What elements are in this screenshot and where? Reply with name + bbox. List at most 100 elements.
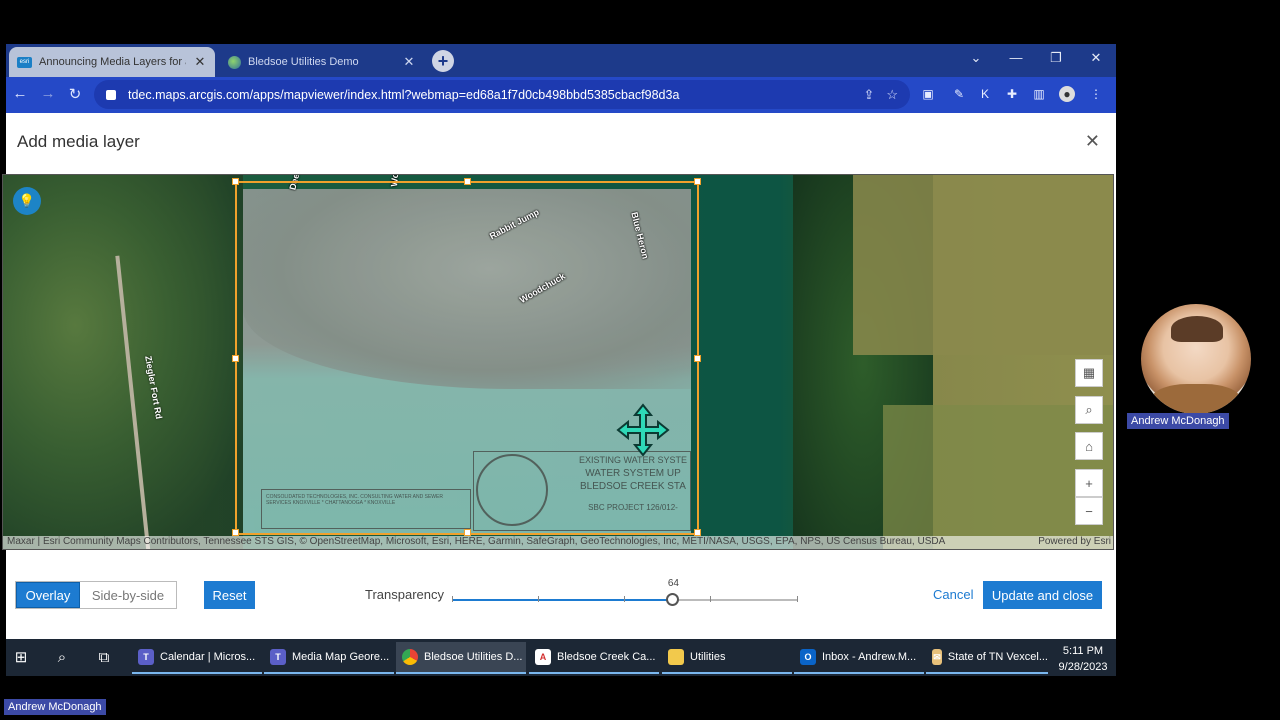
outlook-icon: O	[800, 649, 816, 665]
resize-handle[interactable]	[232, 529, 239, 536]
map-viewer-page: Add media layer ✕ Ziegler Fort Rd CONSOL…	[2, 113, 1116, 639]
mail-icon: ✉	[932, 649, 942, 665]
slider-tick	[710, 596, 711, 602]
resize-handle[interactable]	[694, 355, 701, 362]
taskbar-app-outlook[interactable]: O Inbox - Andrew.M...	[794, 642, 924, 674]
clock-time: 5:11 PM	[1062, 645, 1104, 657]
overlay-mode-button[interactable]: Overlay	[16, 582, 80, 608]
new-tab-button[interactable]: +	[432, 50, 454, 72]
move-icon[interactable]	[616, 403, 670, 457]
webcam-name-label: Andrew McDonagh	[1127, 413, 1229, 429]
powered-by-esri[interactable]: Powered by Esri	[1038, 536, 1111, 549]
reload-icon[interactable]: ↻	[65, 85, 85, 103]
qr-code-icon[interactable]: ▦	[1075, 359, 1103, 387]
map-terrain	[853, 175, 1113, 355]
close-icon[interactable]: ✕	[193, 54, 207, 70]
close-icon[interactable]: ✕	[1085, 131, 1100, 152]
back-arrow-icon[interactable]: ←	[10, 85, 30, 102]
map-attribution: Maxar | Esri Community Maps Contributors…	[3, 536, 1113, 549]
taskbar-app-label: Bledsoe Creek Ca...	[557, 651, 656, 663]
tab-announcing-media-layers[interactable]: esri Announcing Media Layers for ar ✕	[9, 47, 215, 77]
teams-icon: T	[138, 649, 154, 665]
url-text[interactable]: tdec.maps.arcgis.com/apps/mapviewer/inde…	[128, 88, 851, 102]
more-menu-icon[interactable]: ⋮	[1088, 86, 1104, 102]
transparency-value: 64	[667, 578, 679, 589]
taskbar-app-calendar[interactable]: T Calendar | Micros...	[132, 642, 262, 674]
address-bar[interactable]: tdec.maps.arcgis.com/apps/mapviewer/inde…	[94, 80, 910, 109]
taskbar-app-label: Utilities	[690, 651, 726, 663]
slider-tick	[624, 596, 625, 602]
browser-toolbar: ← → ↻ tdec.maps.arcgis.com/apps/mapviewe…	[6, 77, 1116, 113]
star-icon[interactable]: ☆	[886, 87, 898, 103]
resize-handle[interactable]	[694, 178, 701, 185]
dialog-title: Add media layer	[17, 132, 140, 151]
minimize-button[interactable]: —	[1006, 50, 1026, 65]
restore-button[interactable]: ❐	[1046, 50, 1066, 66]
slider-thumb[interactable]	[666, 593, 680, 606]
pen-extension-icon[interactable]: ✎	[951, 86, 967, 102]
chevron-down-icon[interactable]: ⌄	[966, 50, 986, 66]
zoom-out-button[interactable]: −	[1075, 497, 1103, 525]
forward-arrow-icon[interactable]: →	[38, 85, 58, 102]
map-view[interactable]: Ziegler Fort Rd CONSOLIDATED TECHNOLOGIE…	[2, 174, 1114, 550]
taskbar-app-media-map[interactable]: T Media Map Geore...	[264, 642, 394, 674]
presenter-hair	[1171, 316, 1223, 342]
cancel-button[interactable]: Cancel	[933, 587, 973, 602]
globe-icon	[228, 55, 241, 69]
taskbar-app-explorer[interactable]: Utilities	[662, 642, 792, 674]
puzzle-icon[interactable]: ✚	[1004, 86, 1020, 102]
chrome-icon	[402, 649, 418, 665]
browser-window: esri Announcing Media Layers for ar ✕ Bl…	[2, 44, 1116, 676]
lightbulb-icon[interactable]: 💡	[13, 187, 41, 215]
home-icon[interactable]: ⌂	[1075, 432, 1103, 460]
k-extension-icon[interactable]: K	[977, 86, 993, 102]
taskbar-app-mail[interactable]: ✉ State of TN Vexcel...	[926, 642, 1048, 674]
share-icon[interactable]: ⇪	[863, 87, 874, 103]
reset-button[interactable]: Reset	[204, 581, 255, 609]
lock-icon	[106, 89, 116, 100]
zoom-in-button[interactable]: +	[1075, 469, 1103, 497]
tab-bledsoe-utilities-demo[interactable]: Bledsoe Utilities Demo ✕	[220, 47, 424, 77]
tab-bar: esri Announcing Media Layers for ar ✕ Bl…	[6, 44, 1116, 77]
map-terrain	[3, 175, 243, 549]
taskbar-app-chrome[interactable]: Bledsoe Utilities D...	[396, 642, 526, 674]
resize-handle[interactable]	[232, 355, 239, 362]
taskbar-app-label: Bledsoe Utilities D...	[424, 651, 523, 663]
resize-handle[interactable]	[464, 178, 471, 185]
camera-extension-icon[interactable]: ▣	[920, 86, 936, 102]
transparency-label: Transparency	[365, 587, 444, 602]
clock-date: 9/28/2023	[1058, 661, 1108, 673]
slider-fill	[452, 599, 674, 601]
side-by-side-mode-button[interactable]: Side-by-side	[80, 582, 176, 608]
search-icon[interactable]: ⌕	[52, 647, 72, 667]
system-clock[interactable]: 5:11 PM 9/28/2023	[1050, 643, 1116, 675]
taskbar-app-label: Inbox - Andrew.M...	[822, 651, 917, 663]
slider-tick	[797, 596, 798, 602]
taskbar-app-label: State of TN Vexcel...	[947, 651, 1048, 663]
windows-start-icon[interactable]: ⊞	[11, 647, 31, 667]
windows-taskbar: ⊞ ⌕ ⧉ T Calendar | Micros... T Media Map…	[6, 639, 1116, 676]
close-icon[interactable]: ✕	[402, 54, 416, 70]
presenter-shirt	[1151, 384, 1241, 414]
taskbar-app-label: Media Map Geore...	[292, 651, 390, 663]
update-and-close-button[interactable]: Update and close	[983, 581, 1102, 609]
resize-handle[interactable]	[232, 178, 239, 185]
transform-frame[interactable]	[232, 178, 701, 536]
taskbar-app-pdf[interactable]: A Bledsoe Creek Ca...	[529, 642, 659, 674]
resize-handle[interactable]	[694, 529, 701, 536]
webcam-video	[1141, 304, 1251, 414]
pdf-icon: A	[535, 649, 551, 665]
close-window-button[interactable]: ✕	[1086, 50, 1106, 66]
task-view-icon[interactable]: ⧉	[94, 647, 114, 667]
resize-handle[interactable]	[464, 529, 471, 536]
search-icon[interactable]: ⌕	[1075, 396, 1103, 424]
esri-icon: esri	[17, 56, 32, 68]
transparency-slider[interactable]	[452, 593, 798, 606]
attribution-text: Maxar | Esri Community Maps Contributors…	[7, 536, 946, 547]
folder-icon	[668, 649, 684, 665]
speaker-name-label: Andrew McDonagh	[4, 699, 106, 715]
profile-avatar[interactable]: ●	[1059, 86, 1075, 102]
mode-toggle: Overlay Side-by-side	[15, 581, 177, 609]
taskbar-app-label: Calendar | Micros...	[160, 651, 256, 663]
sidebar-icon[interactable]: ▥	[1031, 86, 1047, 102]
